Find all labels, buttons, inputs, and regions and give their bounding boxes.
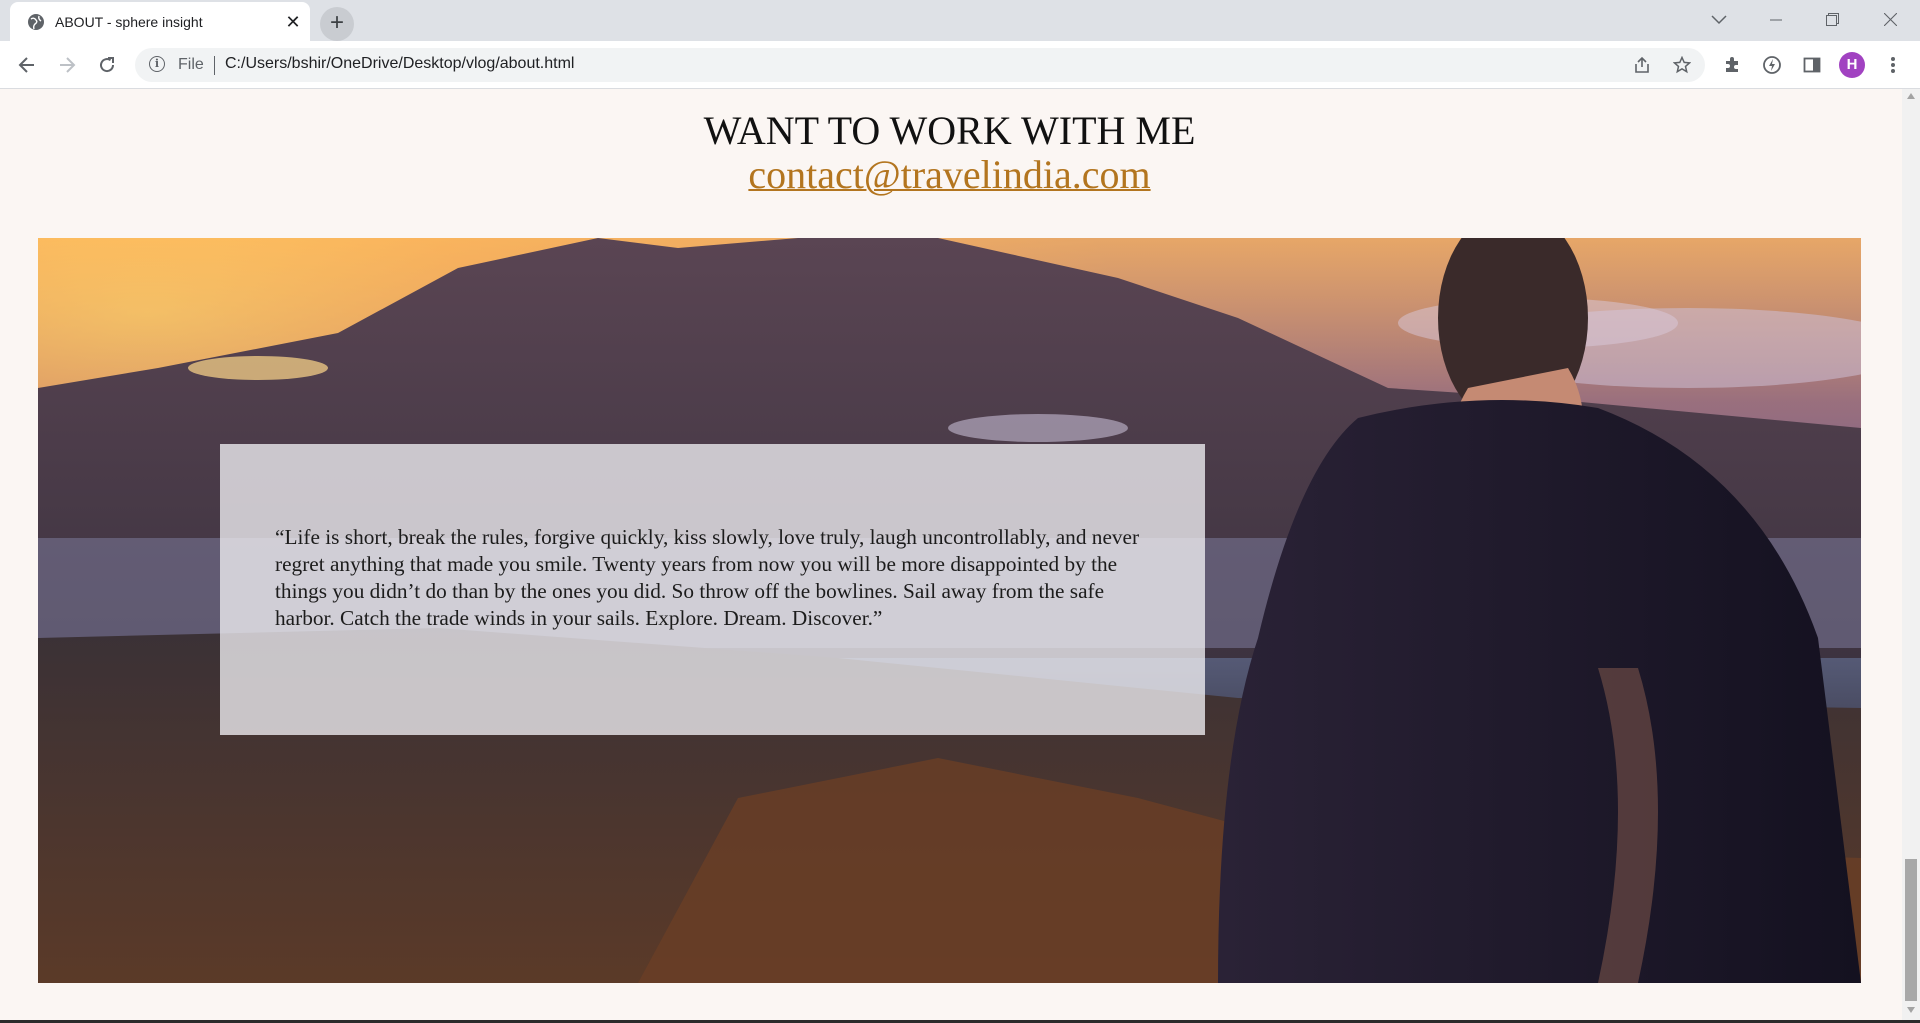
browser-tab[interactable]: ABOUT - sphere insight ✕ [10,2,310,41]
browser-toolbar: i File C:/Users/bshir/OneDrive/Desktop/v… [0,41,1920,89]
contact-email-wrapper: contact@travelindia.com [0,151,1899,198]
star-icon[interactable] [1670,53,1694,77]
page-heading: WANT TO WORK WITH ME [703,108,1196,153]
scheme-label: File [178,56,204,73]
contact-email-link[interactable]: contact@travelindia.com [748,152,1150,197]
scroll-down-arrow-icon[interactable] [1907,1007,1915,1013]
info-icon[interactable]: i [149,56,165,72]
scrollbar-thumb[interactable] [1905,859,1917,1001]
hero-image: “Life is short, break the rules, forgive… [38,238,1861,983]
plus-icon[interactable]: + [320,7,354,41]
scroll-up-arrow-icon[interactable] [1907,93,1915,99]
side-panel-icon[interactable] [1796,49,1828,81]
globe-icon [28,14,44,30]
back-arrow-icon[interactable] [11,49,43,81]
page-viewport: WANT TO WORK WITH ME contact@travelindia… [0,89,1902,1023]
restore-icon[interactable] [1809,0,1855,40]
close-icon[interactable]: ✕ [282,11,304,33]
close-window-icon[interactable] [1867,0,1913,40]
avatar[interactable]: H [1839,52,1865,78]
quote-text: “Life is short, break the rules, forgive… [275,525,1140,630]
puzzle-extensions-icon[interactable] [1716,49,1748,81]
address-bar[interactable]: i File C:/Users/bshir/OneDrive/Desktop/v… [135,48,1705,82]
quote-box: “Life is short, break the rules, forgive… [220,444,1205,735]
minimize-icon[interactable] [1753,0,1799,40]
share-icon[interactable] [1630,53,1654,77]
tab-title: ABOUT - sphere insight [55,14,203,30]
kebab-menu-icon[interactable] [1877,49,1909,81]
forward-arrow-icon[interactable] [51,49,83,81]
vertical-scrollbar[interactable] [1902,89,1920,1023]
chevron-down-icon[interactable] [1696,0,1742,40]
reload-icon[interactable] [91,49,123,81]
separator [214,56,215,75]
tab-strip: ABOUT - sphere insight ✕ + [0,0,1920,41]
url-text[interactable]: C:/Users/bshir/OneDrive/Desktop/vlog/abo… [225,55,574,73]
performance-icon[interactable] [1756,49,1788,81]
